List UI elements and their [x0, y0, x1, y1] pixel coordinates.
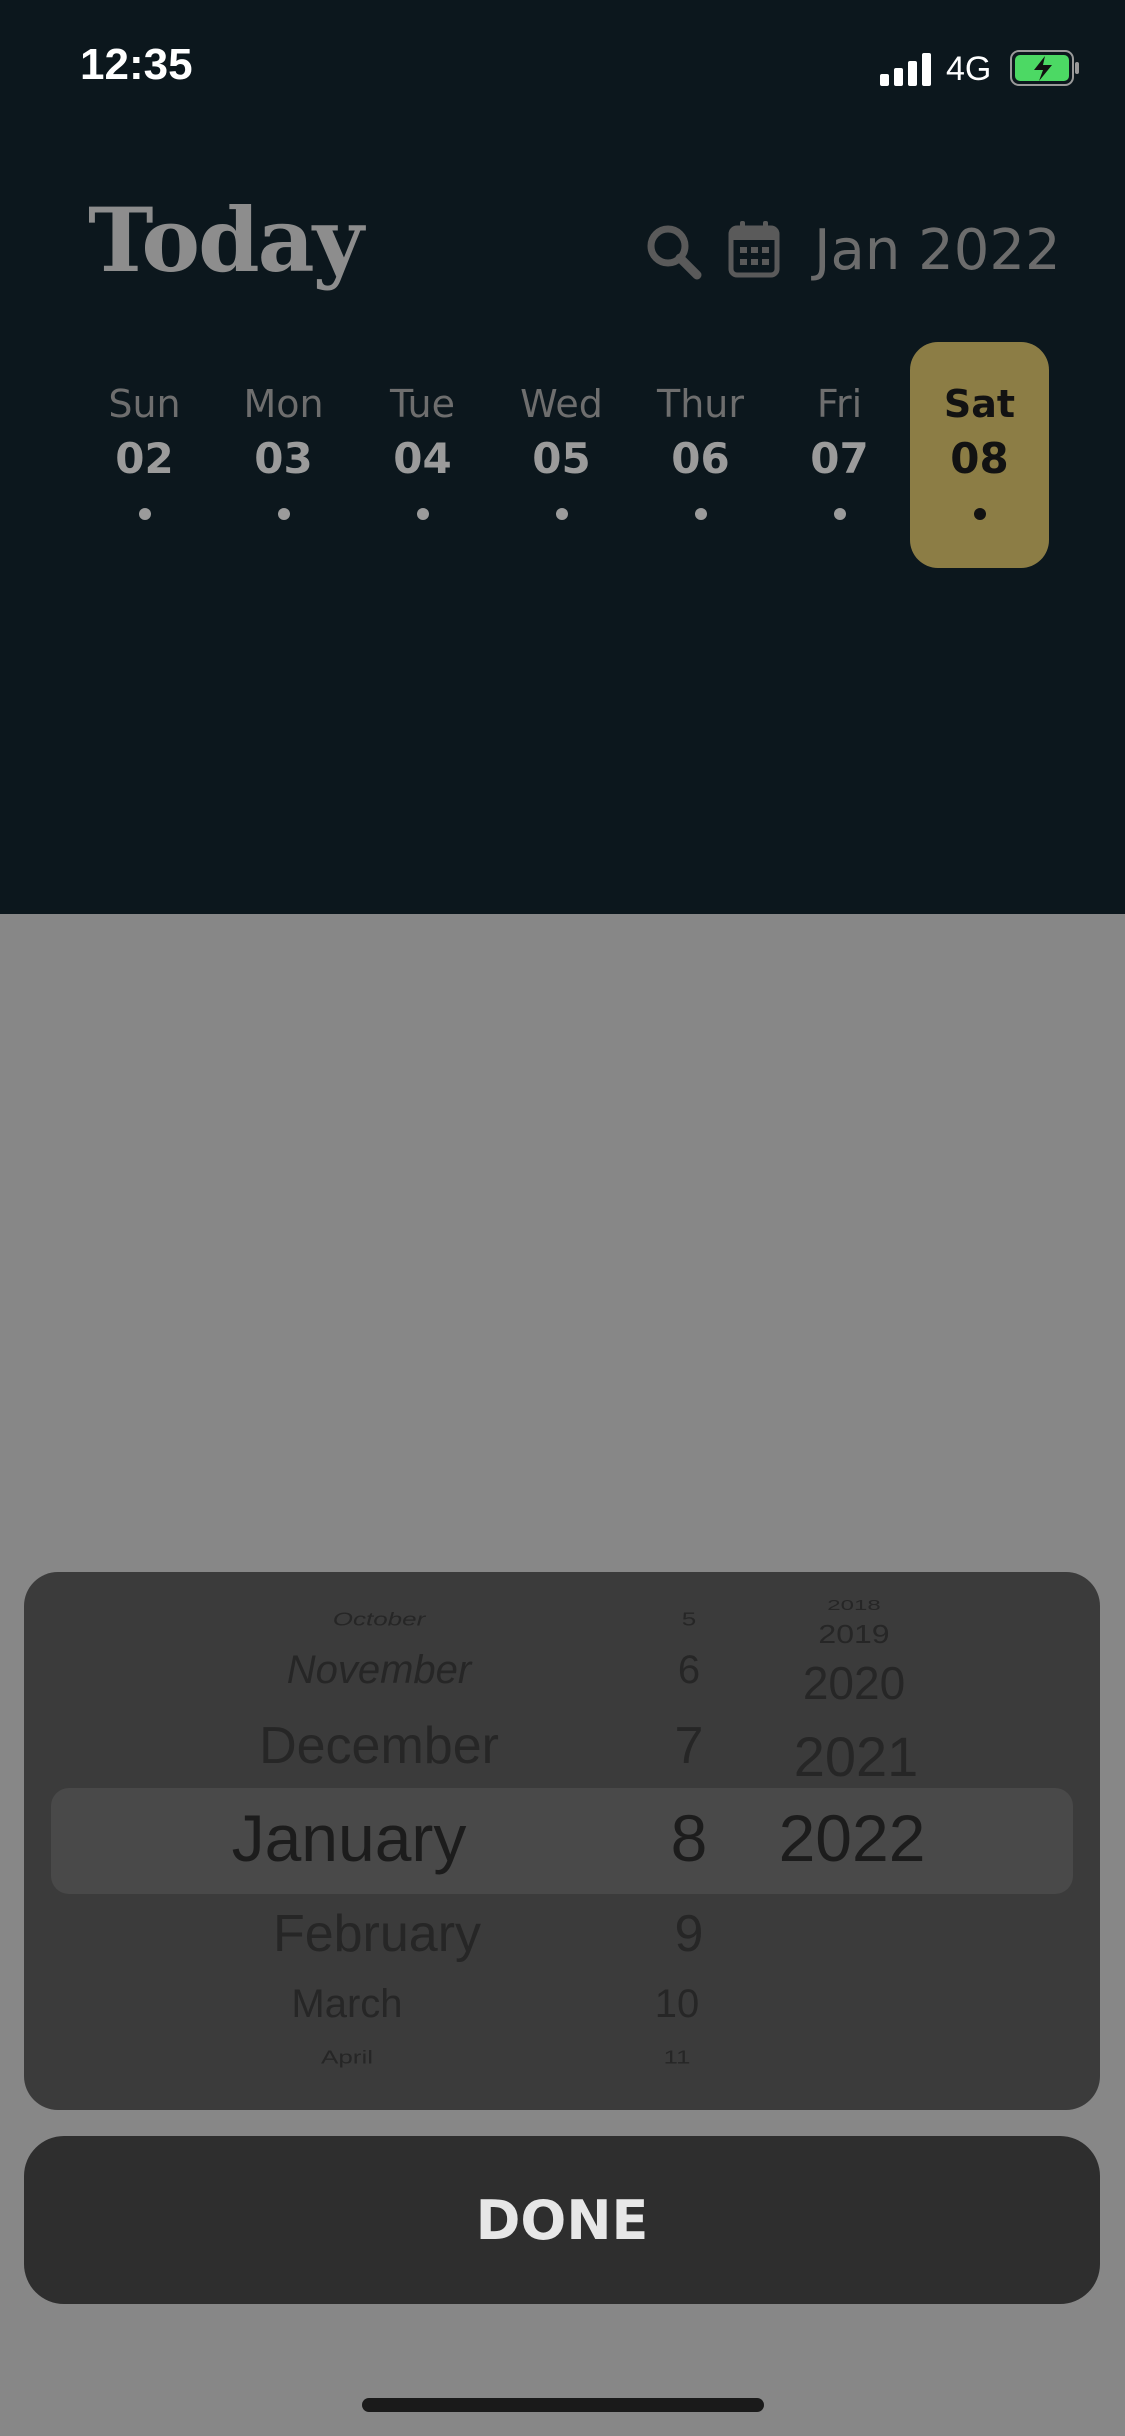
day-date: 03 [254, 434, 313, 483]
day-name: Sun [108, 382, 181, 426]
day-name: Fri [816, 382, 863, 426]
picker-month-option[interactable]: March [122, 1982, 572, 2027]
day-date: 05 [532, 434, 591, 483]
week-day-thur[interactable]: Thur 06 [631, 342, 770, 568]
day-name: Thur [656, 382, 744, 426]
signal-icon [880, 52, 936, 86]
event-dot [833, 508, 846, 520]
picker-month-option[interactable]: December [154, 1716, 604, 1776]
picker-day-selected[interactable]: 8 [624, 1800, 754, 1876]
picker-day-option[interactable]: 7 [624, 1716, 754, 1776]
event-dot [277, 508, 290, 520]
event-dot [694, 508, 707, 520]
picker-day-option[interactable]: 11 [612, 2047, 742, 2069]
week-day-sun[interactable]: Sun 02 [75, 342, 214, 568]
event-dot [416, 508, 429, 520]
picker-month-option[interactable]: February [152, 1904, 602, 1964]
week-day-mon[interactable]: Mon 03 [214, 342, 353, 568]
week-day-tue[interactable]: Tue 04 [353, 342, 492, 568]
day-name: Sat [943, 382, 1016, 426]
battery-charging-icon [1010, 50, 1079, 86]
picker-month-option[interactable]: April [122, 2047, 572, 2069]
picker-month-option[interactable]: November [154, 1648, 604, 1693]
day-date: 02 [115, 434, 174, 483]
picker-year-selected[interactable]: 2022 [742, 1800, 962, 1876]
picker-month-selected[interactable]: January [124, 1800, 574, 1876]
network-label: 4G [946, 50, 992, 88]
picker-day-option[interactable]: 10 [612, 1982, 742, 2027]
week-day-sat[interactable]: Sat 08 [910, 342, 1049, 568]
day-name: Tue [390, 382, 455, 426]
day-date: 08 [950, 434, 1009, 483]
picker-year-option[interactable]: 2019 [744, 1620, 964, 1650]
week-day-wed[interactable]: Wed 05 [492, 342, 631, 568]
done-button[interactable]: DONE [24, 2136, 1100, 2304]
app-header-area: 12:35 4G Today Jan 2022 Sun 02 Mon 03 Tu… [0, 0, 1125, 914]
page-title: Today [88, 188, 364, 292]
event-dot [555, 508, 568, 520]
event-dot [138, 508, 151, 520]
picker-day-option[interactable]: 9 [624, 1904, 754, 1964]
picker-month-option[interactable]: October [154, 1609, 604, 1631]
day-name: Wed [520, 382, 603, 426]
picker-year-option[interactable]: 2021 [746, 1724, 966, 1789]
picker-day-option[interactable]: 6 [624, 1648, 754, 1693]
day-name: Mon [243, 382, 324, 426]
status-time: 12:35 [80, 40, 193, 89]
date-picker-wheel[interactable]: October November December January Februa… [24, 1572, 1100, 2110]
picker-year-option[interactable]: 2020 [744, 1656, 964, 1710]
day-date: 04 [393, 434, 452, 483]
day-date: 06 [671, 434, 730, 483]
home-indicator[interactable] [362, 2398, 764, 2412]
month-year-label[interactable]: Jan 2022 [814, 218, 1061, 283]
search-icon[interactable] [644, 222, 702, 280]
event-dot [973, 508, 986, 520]
picker-day-option[interactable]: 5 [624, 1609, 754, 1631]
day-date: 07 [810, 434, 869, 483]
picker-year-option[interactable]: 2018 [744, 1598, 964, 1615]
week-day-fri[interactable]: Fri 07 [770, 342, 909, 568]
calendar-icon[interactable] [728, 220, 780, 278]
